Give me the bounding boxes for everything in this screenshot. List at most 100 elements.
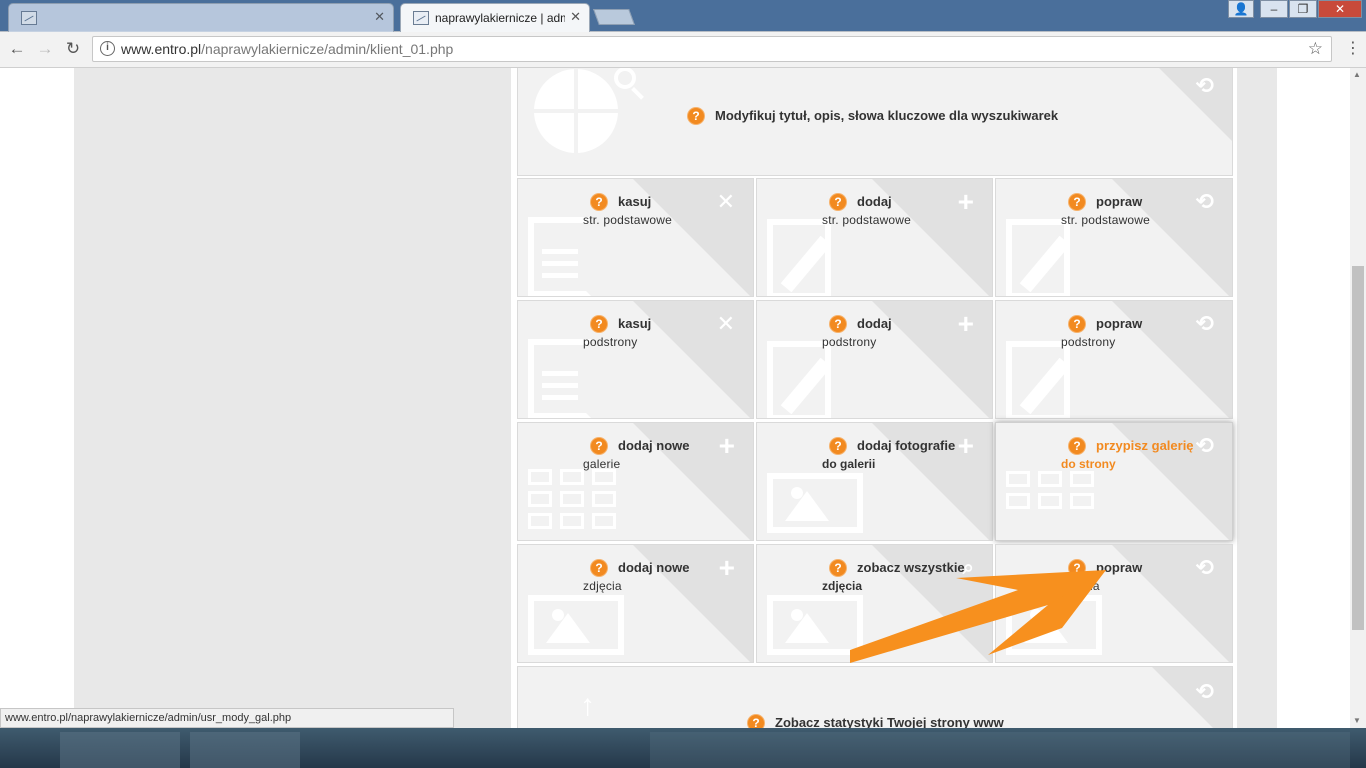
help-question-icon[interactable]: ? bbox=[1069, 316, 1085, 332]
tile-title: kasuj bbox=[618, 316, 652, 331]
tile-title: kasuj bbox=[618, 194, 652, 209]
tile-title: Modyfikuj tytuł, opis, słowa kluczowe dl… bbox=[715, 108, 1059, 123]
url-host: www.entro.pl bbox=[121, 41, 202, 57]
edit-document-icon bbox=[1006, 219, 1070, 296]
tile-title: Zobacz statystyki Twojej strony www bbox=[775, 715, 1004, 728]
gallery-grid-icon bbox=[1006, 471, 1096, 535]
help-question-icon[interactable]: ? bbox=[688, 108, 704, 124]
help-question-icon[interactable]: ? bbox=[830, 438, 846, 454]
tile-add-gallery[interactable]: + ? dodaj nowe galerie bbox=[517, 422, 754, 541]
tile-title: dodaj bbox=[857, 316, 892, 331]
tile-subtitle: podstrony bbox=[822, 335, 877, 349]
tile-assign-gallery[interactable]: ⟲ ? przypisz galerię do strony bbox=[995, 422, 1233, 541]
user-icon[interactable]: 👤 bbox=[1228, 0, 1254, 18]
vertical-scrollbar[interactable]: ▲ ▼ bbox=[1350, 68, 1366, 728]
tile-title: popraw bbox=[1096, 194, 1143, 209]
address-bar: ← → ↻ i www.entro.pl/naprawylakiernicze/… bbox=[0, 32, 1366, 68]
taskbar bbox=[0, 728, 1366, 768]
plus-icon: + bbox=[957, 308, 974, 339]
help-question-icon[interactable]: ? bbox=[591, 438, 607, 454]
tile-delete-basic-pages[interactable]: ✕ ? kasuj str. podstawowe bbox=[517, 178, 754, 297]
tab-close-icon[interactable]: ✕ bbox=[374, 9, 385, 25]
tile-subtitle: do strony bbox=[1061, 457, 1116, 471]
new-tab-button[interactable] bbox=[593, 9, 635, 25]
tile-subtitle: do galerii bbox=[822, 457, 876, 471]
refresh-icon: ⟲ bbox=[1195, 189, 1214, 214]
page-viewport: ⟲ ? Modyfikuj tytuł, opis, słowa kluczow… bbox=[0, 68, 1350, 728]
tile-add-photos-to-gallery[interactable]: + ? dodaj fotografie do galerii bbox=[756, 422, 993, 541]
scrollbar-thumb[interactable] bbox=[1352, 266, 1364, 630]
help-question-icon[interactable]: ? bbox=[591, 316, 607, 332]
edit-document-icon bbox=[767, 219, 831, 296]
forward-arrow-icon[interactable]: → bbox=[34, 38, 56, 60]
tile-subtitle: str. podstawowe bbox=[822, 213, 912, 227]
maximize-button[interactable]: ❐ bbox=[1289, 0, 1317, 18]
browser-window: ✕ naprawylakiernicze | adm ✕ 👤 – ❐ ✕ ← →… bbox=[0, 0, 1366, 768]
tile-title: dodaj nowe bbox=[618, 560, 690, 575]
tile-subtitle: zdjęcia bbox=[583, 579, 622, 593]
help-question-icon[interactable]: ? bbox=[1069, 194, 1085, 210]
help-question-icon[interactable]: ? bbox=[748, 715, 764, 728]
edit-document-icon bbox=[767, 341, 831, 418]
x-icon: ✕ bbox=[716, 311, 735, 336]
reload-icon[interactable]: ↻ bbox=[62, 38, 84, 60]
site-favicon-icon bbox=[413, 11, 429, 25]
scroll-down-icon[interactable]: ▼ bbox=[1353, 716, 1361, 725]
help-question-icon[interactable]: ? bbox=[591, 194, 607, 210]
tile-add-basic-pages[interactable]: + ? dodaj str. podstawowe bbox=[756, 178, 993, 297]
document-icon bbox=[528, 217, 592, 296]
magnifier-icon bbox=[614, 68, 636, 89]
tab-close-icon[interactable]: ✕ bbox=[570, 9, 581, 25]
right-panel bbox=[1237, 68, 1277, 728]
tab-active[interactable]: naprawylakiernicze | adm ✕ bbox=[400, 3, 590, 32]
tile-subtitle: galerie bbox=[583, 457, 621, 471]
tile-subtitle: podstrony bbox=[1061, 335, 1116, 349]
x-icon: ✕ bbox=[716, 189, 735, 214]
edit-document-icon bbox=[1006, 341, 1070, 418]
help-question-icon[interactable]: ? bbox=[830, 560, 846, 576]
bookmark-star-icon[interactable]: ☆ bbox=[1308, 39, 1323, 59]
url-path: /naprawylakiernicze/admin/klient_01.php bbox=[201, 41, 454, 57]
help-question-icon[interactable]: ? bbox=[1069, 438, 1085, 454]
gallery-grid-icon bbox=[528, 469, 618, 533]
tile-delete-subpages[interactable]: ✕ ? kasuj podstrony bbox=[517, 300, 754, 419]
info-icon[interactable]: i bbox=[100, 41, 115, 56]
plus-icon: + bbox=[957, 430, 974, 461]
refresh-icon: ⟲ bbox=[1195, 555, 1214, 580]
tile-edit-basic-pages[interactable]: ⟲ ? popraw str. podstawowe bbox=[995, 178, 1233, 297]
back-arrow-icon[interactable]: ← bbox=[6, 38, 28, 60]
refresh-icon: ⟲ bbox=[1195, 311, 1214, 336]
tile-title: popraw bbox=[1096, 316, 1143, 331]
left-panel bbox=[74, 68, 511, 728]
tab-previous[interactable]: ✕ bbox=[8, 3, 394, 32]
image-icon bbox=[528, 595, 624, 655]
tile-title: dodaj fotografie bbox=[857, 438, 956, 453]
image-icon bbox=[767, 473, 863, 533]
scroll-up-icon[interactable]: ▲ bbox=[1353, 70, 1361, 79]
minimize-button[interactable]: – bbox=[1260, 0, 1288, 18]
up-arrow-icon: ↑ bbox=[580, 689, 595, 722]
globe-icon bbox=[534, 69, 618, 153]
refresh-icon: ⟲ bbox=[1195, 679, 1214, 704]
tile-title: dodaj nowe bbox=[618, 438, 690, 453]
tile-add-subpages[interactable]: + ? dodaj podstrony bbox=[756, 300, 993, 419]
help-question-icon[interactable]: ? bbox=[830, 316, 846, 332]
tile-title: przypisz galerię bbox=[1096, 438, 1194, 453]
tile-seo[interactable]: ⟲ ? Modyfikuj tytuł, opis, słowa kluczow… bbox=[517, 68, 1233, 176]
url-input[interactable]: i www.entro.pl/naprawylakiernicze/admin/… bbox=[92, 36, 1332, 62]
refresh-icon: ⟲ bbox=[1195, 433, 1214, 458]
document-icon bbox=[528, 339, 592, 418]
menu-dots-icon[interactable]: ⋮ bbox=[1344, 38, 1362, 60]
url-text: www.entro.pl/naprawylakiernicze/admin/kl… bbox=[121, 41, 453, 57]
tile-edit-subpages[interactable]: ⟲ ? popraw podstrony bbox=[995, 300, 1233, 419]
tile-subtitle: str. podstawowe bbox=[583, 213, 673, 227]
tab-strip: ✕ naprawylakiernicze | adm ✕ 👤 – ❐ ✕ bbox=[0, 0, 1366, 32]
tile-add-photos[interactable]: + ? dodaj nowe zdjęcia bbox=[517, 544, 754, 663]
site-favicon-icon bbox=[21, 11, 37, 25]
plus-icon: + bbox=[718, 552, 735, 583]
help-question-icon[interactable]: ? bbox=[830, 194, 846, 210]
tab-title: naprawylakiernicze | adm bbox=[435, 11, 565, 25]
tile-title: dodaj bbox=[857, 194, 892, 209]
help-question-icon[interactable]: ? bbox=[591, 560, 607, 576]
close-window-button[interactable]: ✕ bbox=[1318, 0, 1362, 18]
